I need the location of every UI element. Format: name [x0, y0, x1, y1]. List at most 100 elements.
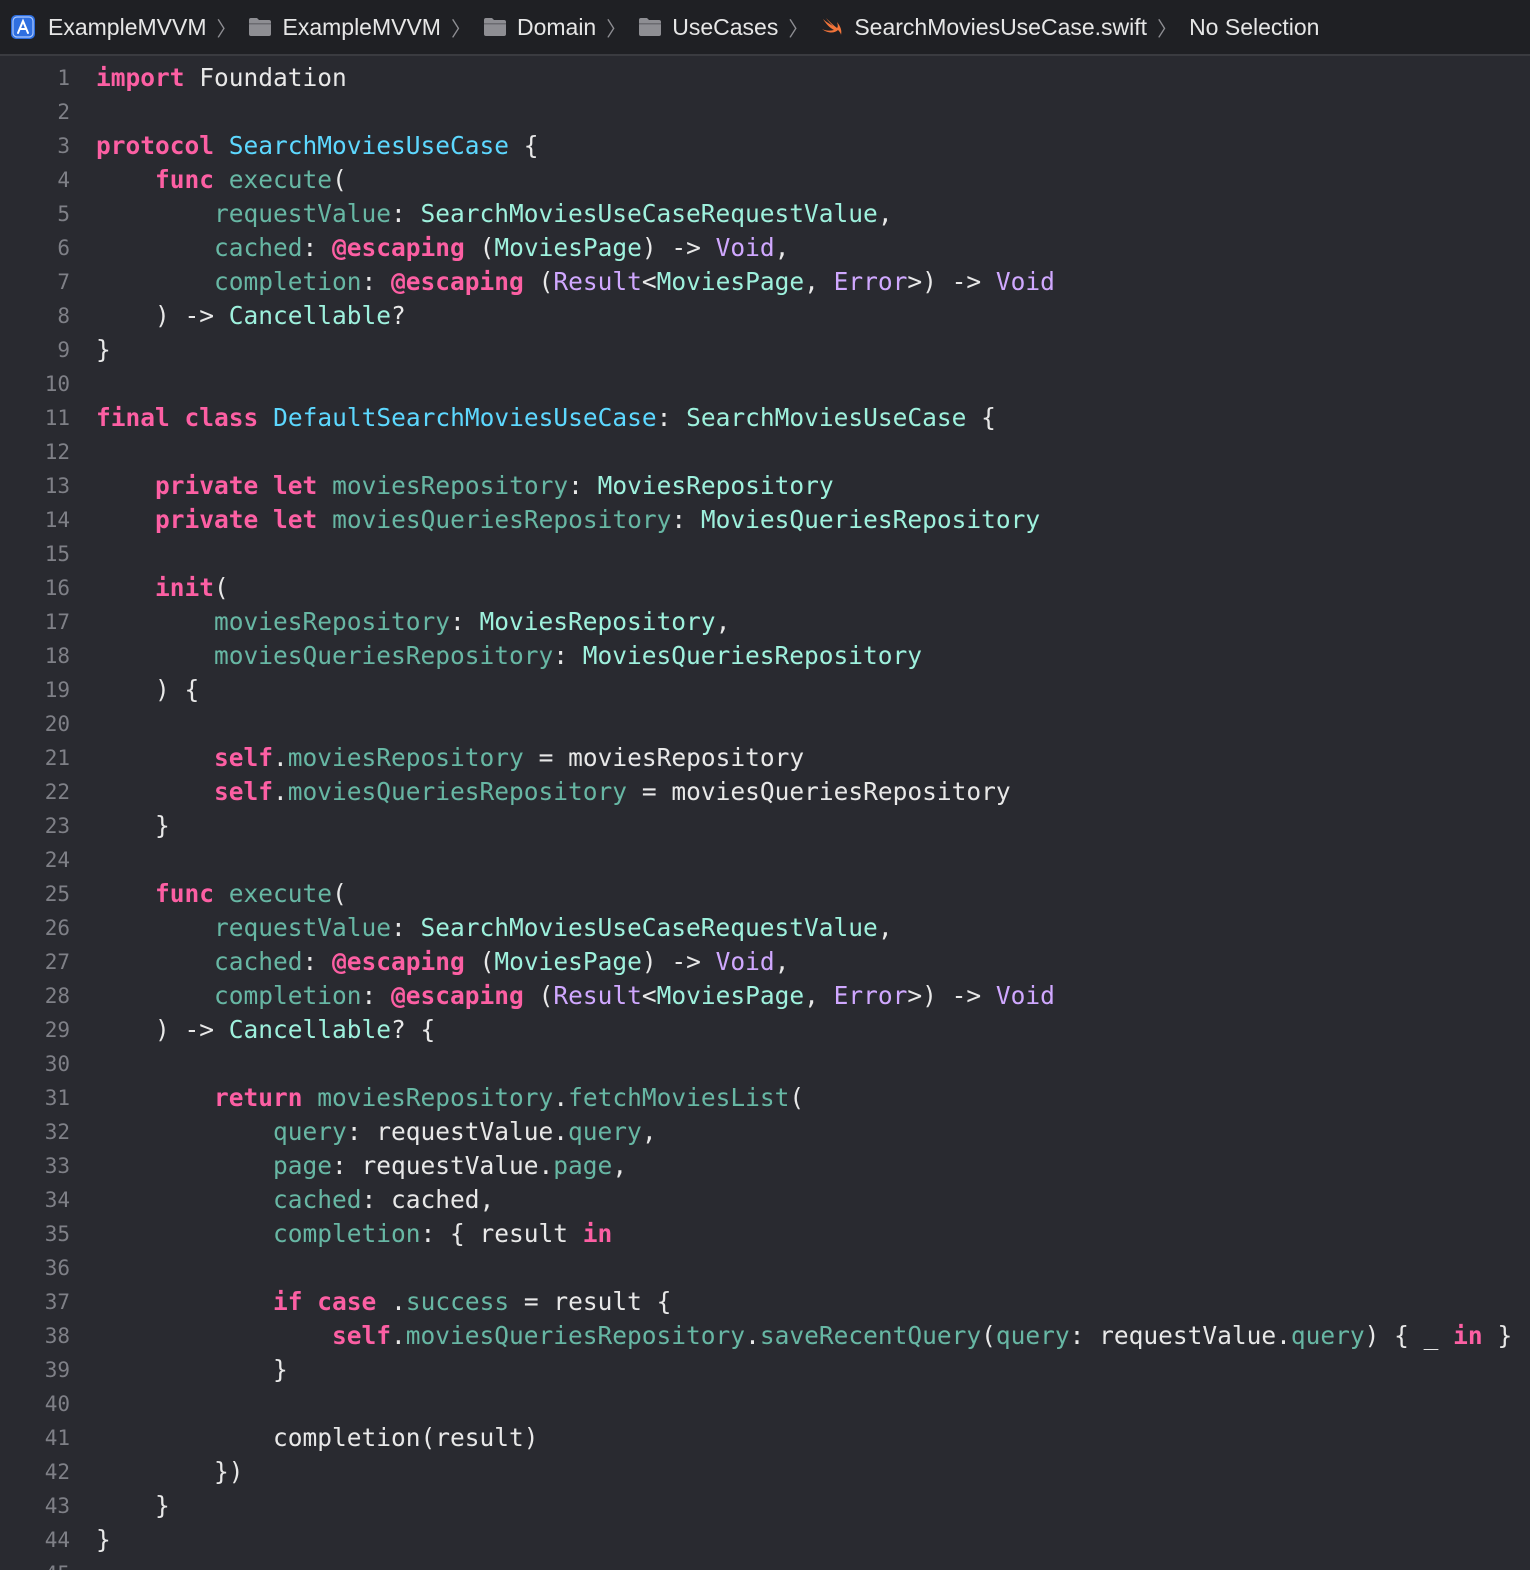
- breadcrumb-group-examplemvvm[interactable]: ExampleMVVM: [248, 14, 441, 41]
- code-line[interactable]: 16 init(: [0, 571, 1530, 605]
- code-text[interactable]: if case .success = result {: [96, 1285, 671, 1319]
- code-text[interactable]: self.moviesQueriesRepository.saveRecentQ…: [96, 1319, 1512, 1353]
- code-token: }): [96, 1457, 244, 1486]
- code-line[interactable]: 43 }: [0, 1489, 1530, 1523]
- code-line[interactable]: 36: [0, 1251, 1530, 1285]
- code-line[interactable]: 41 completion(result): [0, 1421, 1530, 1455]
- code-line[interactable]: 20: [0, 707, 1530, 741]
- code-text[interactable]: completion: { result in: [96, 1217, 612, 1251]
- code-token: @escaping: [391, 981, 524, 1010]
- code-text[interactable]: }): [96, 1455, 244, 1489]
- code-line[interactable]: 18 moviesQueriesRepository: MoviesQuerie…: [0, 639, 1530, 673]
- code-token: MoviesRepository: [479, 607, 716, 636]
- code-line[interactable]: 35 completion: { result in: [0, 1217, 1530, 1251]
- code-line[interactable]: 44}: [0, 1523, 1530, 1557]
- code-line[interactable]: 40: [0, 1387, 1530, 1421]
- code-line[interactable]: 25 func execute(: [0, 877, 1530, 911]
- code-line[interactable]: 26 requestValue: SearchMoviesUseCaseRequ…: [0, 911, 1530, 945]
- code-line[interactable]: 37 if case .success = result {: [0, 1285, 1530, 1319]
- code-line[interactable]: 32 query: requestValue.query,: [0, 1115, 1530, 1149]
- breadcrumb-group-usecases[interactable]: UseCases: [638, 14, 778, 41]
- code-text[interactable]: import Foundation: [96, 61, 347, 95]
- code-text[interactable]: requestValue: SearchMoviesUseCaseRequest…: [96, 197, 893, 231]
- code-text[interactable]: ) -> Cancellable?: [96, 299, 406, 333]
- code-text[interactable]: ) -> Cancellable? {: [96, 1013, 435, 1047]
- code-line[interactable]: 10: [0, 367, 1530, 401]
- code-text[interactable]: ) {: [96, 673, 199, 707]
- code-line[interactable]: 2: [0, 95, 1530, 129]
- code-line[interactable]: 23 }: [0, 809, 1530, 843]
- breadcrumb-selection[interactable]: No Selection: [1189, 14, 1319, 41]
- code-token: moviesQueriesRepository: [405, 1321, 746, 1350]
- code-text[interactable]: final class DefaultSearchMoviesUseCase: …: [96, 401, 996, 435]
- code-line[interactable]: 29 ) -> Cancellable? {: [0, 1013, 1530, 1047]
- code-text[interactable]: private let moviesRepository: MoviesRepo…: [96, 469, 834, 503]
- code-text[interactable]: func execute(: [96, 877, 347, 911]
- code-line[interactable]: 22 self.moviesQueriesRepository = movies…: [0, 775, 1530, 809]
- code-text[interactable]: }: [96, 333, 111, 367]
- code-line[interactable]: 13 private let moviesRepository: MoviesR…: [0, 469, 1530, 503]
- code-line[interactable]: 1 import Foundation: [0, 61, 1530, 95]
- code-line[interactable]: 27 cached: @escaping (MoviesPage) -> Voi…: [0, 945, 1530, 979]
- code-text[interactable]: query: requestValue.query,: [96, 1115, 657, 1149]
- code-text[interactable]: private let moviesQueriesRepository: Mov…: [96, 503, 1040, 537]
- breadcrumb-project[interactable]: ExampleMVVM: [10, 14, 206, 41]
- code-text[interactable]: completion: @escaping (Result<MoviesPage…: [96, 979, 1055, 1013]
- code-text[interactable]: func execute(: [96, 163, 347, 197]
- code-text[interactable]: protocol SearchMoviesUseCase {: [96, 129, 539, 163]
- code-line[interactable]: 38 self.moviesQueriesRepository.saveRece…: [0, 1319, 1530, 1353]
- code-text[interactable]: init(: [96, 571, 229, 605]
- code-line[interactable]: 4 func execute(: [0, 163, 1530, 197]
- code-line[interactable]: 45: [0, 1557, 1530, 1570]
- code-line[interactable]: 9}: [0, 333, 1530, 367]
- code-line[interactable]: 11 final class DefaultSearchMoviesUseCase…: [0, 401, 1530, 435]
- code-token: success: [405, 1287, 510, 1316]
- code-line[interactable]: 31 return moviesRepository.fetchMoviesLi…: [0, 1081, 1530, 1115]
- code-line[interactable]: 7 completion: @escaping (Result<MoviesPa…: [0, 265, 1530, 299]
- code-text[interactable]: completion(result): [96, 1421, 539, 1455]
- code-text[interactable]: cached: @escaping (MoviesPage) -> Void,: [96, 231, 789, 265]
- code-text[interactable]: }: [96, 1353, 288, 1387]
- code-line[interactable]: 6 cached: @escaping (MoviesPage) -> Void…: [0, 231, 1530, 265]
- code-text[interactable]: moviesRepository: MoviesRepository,: [96, 605, 730, 639]
- code-line[interactable]: 15: [0, 537, 1530, 571]
- code-text[interactable]: moviesQueriesRepository: MoviesQueriesRe…: [96, 639, 922, 673]
- code-line[interactable]: 5 requestValue: SearchMoviesUseCaseReque…: [0, 197, 1530, 231]
- code-text[interactable]: }: [96, 1523, 111, 1557]
- breadcrumb-group-domain[interactable]: Domain: [483, 14, 596, 41]
- code-line[interactable]: 42 }): [0, 1455, 1530, 1489]
- code-text[interactable]: completion: @escaping (Result<MoviesPage…: [96, 265, 1055, 299]
- code-text[interactable]: requestValue: SearchMoviesUseCaseRequest…: [96, 911, 893, 945]
- code-line[interactable]: 8 ) -> Cancellable?: [0, 299, 1530, 333]
- code-line[interactable]: 30: [0, 1047, 1530, 1081]
- breadcrumb-separator: 〉: [788, 18, 809, 41]
- code-line[interactable]: 33 page: requestValue.page,: [0, 1149, 1530, 1183]
- code-line[interactable]: 3 protocol SearchMoviesUseCase {: [0, 129, 1530, 163]
- code-line[interactable]: 12: [0, 435, 1530, 469]
- code-token: : { result: [420, 1219, 583, 1248]
- code-text[interactable]: }: [96, 809, 170, 843]
- code-text[interactable]: page: requestValue.page,: [96, 1149, 627, 1183]
- code-line[interactable]: 28 completion: @escaping (Result<MoviesP…: [0, 979, 1530, 1013]
- code-text[interactable]: self.moviesRepository = moviesRepository: [96, 741, 804, 775]
- code-token: final: [96, 403, 170, 432]
- code-line[interactable]: 39 }: [0, 1353, 1530, 1387]
- code-text[interactable]: cached: @escaping (MoviesPage) -> Void,: [96, 945, 789, 979]
- code-line[interactable]: 24: [0, 843, 1530, 877]
- code-line[interactable]: 14 private let moviesQueriesRepository: …: [0, 503, 1530, 537]
- source-editor[interactable]: 1 import Foundation 2 3 protocol SearchMovie…: [0, 60, 1530, 1570]
- code-text[interactable]: cached: cached,: [96, 1183, 494, 1217]
- code-token: ) ->: [641, 947, 716, 976]
- line-number: 41: [44, 1426, 70, 1450]
- code-token: SearchMoviesUseCaseRequestValue: [420, 913, 878, 942]
- code-text[interactable]: return moviesRepository.fetchMoviesList(: [96, 1081, 804, 1115]
- code-line[interactable]: 17 moviesRepository: MoviesRepository,: [0, 605, 1530, 639]
- code-line[interactable]: 19 ) {: [0, 673, 1530, 707]
- code-text[interactable]: self.moviesQueriesRepository = moviesQue…: [96, 775, 1011, 809]
- code-line[interactable]: 34 cached: cached,: [0, 1183, 1530, 1217]
- code-text[interactable]: }: [96, 1489, 170, 1523]
- code-line[interactable]: 21 self.moviesRepository = moviesReposit…: [0, 741, 1530, 775]
- breadcrumb-file[interactable]: SearchMoviesUseCase.swift: [820, 14, 1147, 41]
